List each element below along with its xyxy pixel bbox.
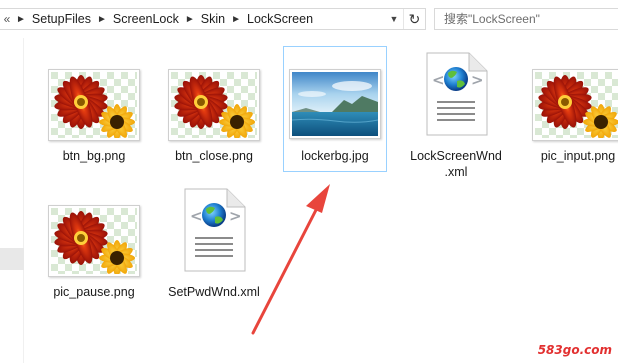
annotation-arrow-icon bbox=[251, 184, 330, 335]
watermark: 583go.com bbox=[537, 343, 612, 357]
